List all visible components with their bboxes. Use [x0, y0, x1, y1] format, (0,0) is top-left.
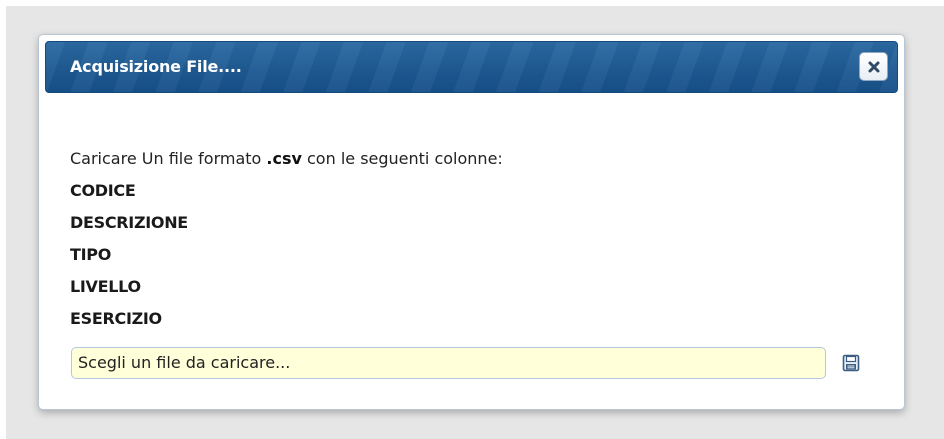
column-name-tipo: TIPO: [70, 245, 111, 264]
column-name-descrizione: DESCRIZIONE: [70, 213, 188, 232]
intro-suffix: con le seguenti colonne:: [301, 149, 503, 168]
column-name-esercizio: ESERCIZIO: [70, 309, 162, 328]
dialog-titlebar[interactable]: Acquisizione File....: [45, 41, 898, 93]
file-upload-row: Scegli un file da caricare...: [71, 347, 891, 379]
column-name-codice: CODICE: [70, 181, 136, 200]
save-icon: [842, 354, 860, 372]
file-acquisition-dialog: Acquisizione File.... Caricare Un file f…: [38, 34, 905, 410]
intro-text: Caricare Un file formato .csv con le seg…: [70, 143, 503, 175]
dialog-content: Caricare Un file formato .csv con le seg…: [70, 143, 503, 335]
close-icon: [868, 61, 879, 72]
intro-prefix: Caricare Un file formato: [70, 149, 267, 168]
column-name-livello: LIVELLO: [70, 277, 141, 296]
file-chooser-input[interactable]: Scegli un file da caricare...: [71, 347, 826, 379]
dialog-title: Acquisizione File....: [70, 57, 242, 76]
close-button[interactable]: [859, 52, 888, 81]
save-button[interactable]: [838, 350, 864, 376]
intro-format: .csv: [266, 149, 302, 168]
